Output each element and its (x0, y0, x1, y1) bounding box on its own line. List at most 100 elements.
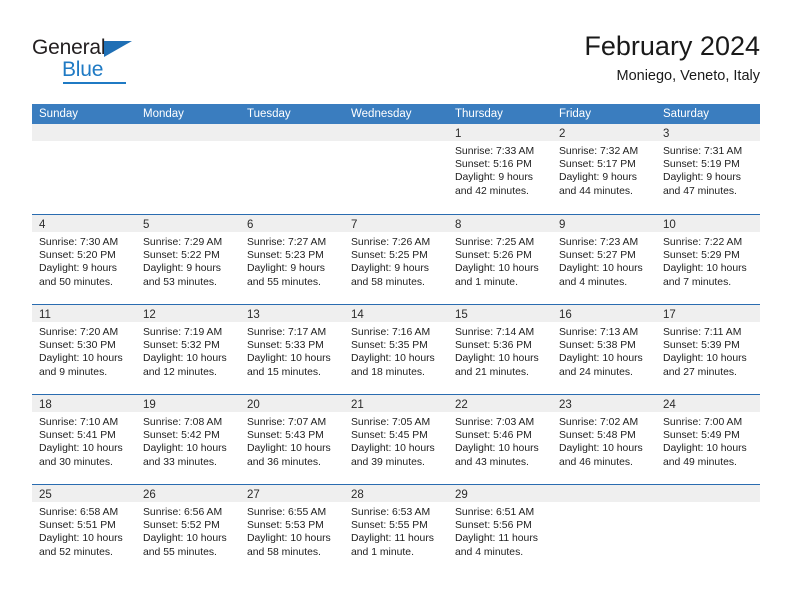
detail-line: Sunrise: 7:31 AM (663, 146, 743, 157)
detail-line: Sunrise: 7:29 AM (143, 237, 223, 248)
detail-line: Daylight: 9 hours (39, 263, 117, 275)
date-number: 16 (559, 309, 572, 321)
day-cell-4[interactable]: 4 Sunrise: 7:30 AM Sunset: 5:20 PM Daylight… (32, 215, 136, 304)
day-cell-28[interactable]: 28 Sunrise: 6:53 AM Sunset: 5:55 PM Dayligh… (344, 485, 448, 574)
detail-line: and 49 minutes. (663, 456, 737, 468)
detail-line: and 47 minutes. (663, 185, 737, 197)
day-cell-10[interactable]: 10 Sunrise: 7:22 AM Sunset: 5:29 PM Dayligh… (656, 215, 760, 304)
day-details: Sunrise: 7:08 AM Sunset: 5:42 PM Daylight:… (136, 412, 240, 469)
detail-line: and 55 minutes. (143, 546, 217, 558)
date-band: 2 (552, 124, 656, 141)
day-cell-8[interactable]: 8 Sunrise: 7:25 AM Sunset: 5:26 PM Daylight… (448, 215, 552, 304)
detail-line: Daylight: 10 hours (663, 353, 747, 365)
detail-line: Sunrise: 7:32 AM (559, 146, 639, 157)
detail-line: Sunset: 5:27 PM (559, 250, 636, 262)
detail-line: Daylight: 10 hours (39, 533, 123, 545)
day-cell-29[interactable]: 29 Sunrise: 6:51 AM Sunset: 5:56 PM Dayligh… (448, 485, 552, 574)
detail-line: Sunset: 5:35 PM (351, 340, 428, 352)
calendar-weeks: 1 Sunrise: 7:33 AM Sunset: 5:16 PM Daylight… (32, 124, 760, 574)
detail-line: Daylight: 9 hours (559, 172, 637, 184)
day-details: Sunrise: 7:05 AM Sunset: 5:45 PM Daylight:… (344, 412, 448, 469)
day-details: Sunrise: 6:55 AM Sunset: 5:53 PM Daylight:… (240, 502, 344, 559)
day-cell-18[interactable]: 18 Sunrise: 7:10 AM Sunset: 5:41 PM Dayligh… (32, 395, 136, 484)
detail-line: Daylight: 10 hours (455, 353, 539, 365)
day-cell-26[interactable]: 26 Sunrise: 6:56 AM Sunset: 5:52 PM Dayligh… (136, 485, 240, 574)
detail-line: Sunrise: 6:56 AM (143, 507, 223, 518)
detail-line: Sunset: 5:48 PM (559, 430, 636, 442)
detail-line: Sunset: 5:25 PM (351, 250, 428, 262)
date-band: 1 (448, 124, 552, 141)
date-number: 10 (663, 219, 676, 231)
detail-line: Daylight: 10 hours (559, 263, 643, 275)
date-band: 24 (656, 395, 760, 412)
day-details: Sunrise: 6:56 AM Sunset: 5:52 PM Daylight:… (136, 502, 240, 559)
weekday-header-sunday: Sunday (39, 108, 79, 120)
day-details: Sunrise: 7:30 AM Sunset: 5:20 PM Daylight:… (32, 232, 136, 289)
detail-line: Sunset: 5:38 PM (559, 340, 636, 352)
day-cell-25[interactable]: 25 Sunrise: 6:58 AM Sunset: 5:51 PM Dayligh… (32, 485, 136, 574)
calendar-week-row: 1 Sunrise: 7:33 AM Sunset: 5:16 PM Daylight… (32, 124, 760, 214)
day-cell-2[interactable]: 2 Sunrise: 7:32 AM Sunset: 5:17 PM Daylight… (552, 124, 656, 214)
day-cell-12[interactable]: 12 Sunrise: 7:19 AM Sunset: 5:32 PM Dayligh… (136, 305, 240, 394)
day-cell-19[interactable]: 19 Sunrise: 7:08 AM Sunset: 5:42 PM Dayligh… (136, 395, 240, 484)
date-number: 11 (39, 309, 51, 321)
day-cell-20[interactable]: 20 Sunrise: 7:07 AM Sunset: 5:43 PM Dayligh… (240, 395, 344, 484)
detail-line: Sunset: 5:19 PM (663, 159, 740, 171)
day-details: Sunrise: 7:19 AM Sunset: 5:32 PM Daylight:… (136, 322, 240, 379)
general-blue-logo[interactable]: General Blue (32, 36, 212, 88)
detail-line: and 58 minutes. (247, 546, 321, 558)
detail-line: and 36 minutes. (247, 456, 321, 468)
detail-line: Sunset: 5:53 PM (247, 520, 324, 532)
day-details: Sunrise: 7:26 AM Sunset: 5:25 PM Daylight:… (344, 232, 448, 289)
day-cell-17[interactable]: 17 Sunrise: 7:11 AM Sunset: 5:39 PM Dayligh… (656, 305, 760, 394)
title-block: February 2024 Moniego, Veneto, Italy (584, 30, 760, 86)
day-details: Sunrise: 7:00 AM Sunset: 5:49 PM Daylight:… (656, 412, 760, 469)
day-details: Sunrise: 7:27 AM Sunset: 5:23 PM Daylight:… (240, 232, 344, 289)
day-details: Sunrise: 7:31 AM Sunset: 5:19 PM Daylight:… (656, 141, 760, 198)
detail-line: Daylight: 10 hours (559, 353, 643, 365)
detail-line: Sunrise: 7:30 AM (39, 237, 119, 248)
date-band: 19 (136, 395, 240, 412)
detail-line: and 4 minutes. (455, 546, 524, 558)
detail-line: and 53 minutes. (143, 276, 217, 288)
day-cell-22[interactable]: 22 Sunrise: 7:03 AM Sunset: 5:46 PM Dayligh… (448, 395, 552, 484)
page-subtitle: Moniego, Veneto, Italy (616, 68, 761, 84)
day-cell-15[interactable]: 15 Sunrise: 7:14 AM Sunset: 5:36 PM Dayligh… (448, 305, 552, 394)
day-cell-21[interactable]: 21 Sunrise: 7:05 AM Sunset: 5:45 PM Dayligh… (344, 395, 448, 484)
date-number: 14 (351, 309, 364, 321)
detail-line: Sunrise: 6:53 AM (351, 507, 431, 518)
day-cell-7[interactable]: 7 Sunrise: 7:26 AM Sunset: 5:25 PM Daylight… (344, 215, 448, 304)
day-details: Sunrise: 7:13 AM Sunset: 5:38 PM Daylight:… (552, 322, 656, 379)
date-band: 9 (552, 215, 656, 232)
day-cell-14[interactable]: 14 Sunrise: 7:16 AM Sunset: 5:35 PM Dayligh… (344, 305, 448, 394)
detail-line: Sunset: 5:43 PM (247, 430, 324, 442)
date-band: 29 (448, 485, 552, 502)
detail-line: and 50 minutes. (39, 276, 113, 288)
date-number: 1 (455, 128, 462, 140)
calendar-grid: Sunday Monday Tuesday Wednesday Thursday Frid… (32, 104, 760, 574)
day-details: Sunrise: 7:23 AM Sunset: 5:27 PM Daylight:… (552, 232, 656, 289)
day-cell-16[interactable]: 16 Sunrise: 7:13 AM Sunset: 5:38 PM Dayligh… (552, 305, 656, 394)
day-cell-11[interactable]: 11 Sunrise: 7:20 AM Sunset: 5:30 PM Dayligh… (32, 305, 136, 394)
date-band (240, 124, 344, 141)
weekday-header-thursday: Thursday (455, 108, 503, 120)
date-number: 18 (39, 399, 52, 411)
detail-line: Sunrise: 7:33 AM (455, 146, 535, 157)
detail-line: Sunset: 5:29 PM (663, 250, 740, 262)
day-cell-9[interactable]: 9 Sunrise: 7:23 AM Sunset: 5:27 PM Daylight… (552, 215, 656, 304)
day-cell-6[interactable]: 6 Sunrise: 7:27 AM Sunset: 5:23 PM Daylight… (240, 215, 344, 304)
date-number: 7 (351, 219, 358, 231)
day-cell-24[interactable]: 24 Sunrise: 7:00 AM Sunset: 5:49 PM Dayligh… (656, 395, 760, 484)
day-cell-3[interactable]: 3 Sunrise: 7:31 AM Sunset: 5:19 PM Daylight… (656, 124, 760, 214)
date-band: 18 (32, 395, 136, 412)
page-title: February 2024 (584, 31, 760, 61)
detail-line: Sunrise: 6:58 AM (39, 507, 119, 518)
detail-line: Daylight: 10 hours (143, 533, 227, 545)
calendar-week-row: 4 Sunrise: 7:30 AM Sunset: 5:20 PM Daylight… (32, 214, 760, 304)
day-cell-23[interactable]: 23 Sunrise: 7:02 AM Sunset: 5:48 PM Dayligh… (552, 395, 656, 484)
day-cell-5[interactable]: 5 Sunrise: 7:29 AM Sunset: 5:22 PM Daylight… (136, 215, 240, 304)
day-cell-1[interactable]: 1 Sunrise: 7:33 AM Sunset: 5:16 PM Daylight… (448, 124, 552, 214)
day-cell-27[interactable]: 27 Sunrise: 6:55 AM Sunset: 5:53 PM Dayligh… (240, 485, 344, 574)
day-cell-13[interactable]: 13 Sunrise: 7:17 AM Sunset: 5:33 PM Dayligh… (240, 305, 344, 394)
detail-line: Daylight: 11 hours (455, 533, 538, 545)
